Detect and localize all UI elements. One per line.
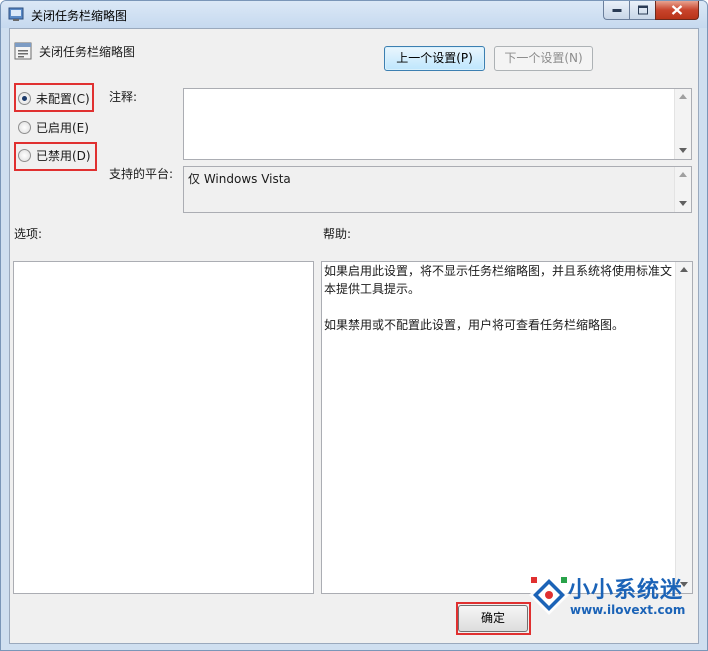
- comment-textarea[interactable]: [183, 88, 692, 160]
- arrow-up-icon: [679, 94, 687, 99]
- comment-scrollbar[interactable]: [674, 89, 691, 159]
- platform-label: 支持的平台:: [109, 167, 174, 181]
- close-icon: [671, 5, 683, 15]
- scroll-down-arrow[interactable]: [675, 143, 691, 159]
- watermark-brand: 小小系统迷: [568, 578, 684, 603]
- help-label: 帮助:: [323, 227, 352, 241]
- ok-button[interactable]: 确定: [458, 605, 528, 632]
- setting-icon: [14, 42, 32, 60]
- dialog-window: 关闭任务栏缩略图 关闭任务栏缩略图 上一个设置(P) 下一个设置(N) 未配置(…: [0, 0, 708, 651]
- options-label: 选项:: [14, 227, 43, 241]
- policy-app-icon: [8, 7, 24, 21]
- help-panel: 如果启用此设置，将不显示任务栏缩略图，并且系统将使用标准文本提供工具提示。 如果…: [321, 261, 693, 594]
- arrow-down-icon: [679, 201, 687, 206]
- radio-label: 未配置(C): [36, 91, 90, 106]
- arrow-up-icon: [680, 267, 688, 272]
- minimize-icon: [612, 9, 621, 12]
- next-setting-button[interactable]: 下一个设置(N): [494, 46, 593, 71]
- window-controls: [603, 1, 699, 20]
- dialog-client: 关闭任务栏缩略图 上一个设置(P) 下一个设置(N) 未配置(C) 已启用(E)…: [9, 28, 699, 644]
- title-bar[interactable]: 关闭任务栏缩略图: [1, 1, 707, 28]
- watermark-url: www.ilovext.com: [570, 603, 686, 617]
- platform-readonly-field: 仅 Windows Vista: [183, 166, 692, 213]
- radio-enabled[interactable]: 已启用(E): [18, 118, 89, 136]
- comment-label: 注释:: [109, 90, 138, 104]
- radio-disabled[interactable]: 已禁用(D): [18, 146, 91, 164]
- radio-button[interactable]: [18, 120, 31, 134]
- options-panel: [13, 261, 314, 594]
- arrow-down-icon: [679, 148, 687, 153]
- watermark-logo-icon: [529, 575, 569, 615]
- setting-name: 关闭任务栏缩略图: [39, 45, 136, 59]
- platform-scrollbar[interactable]: [674, 167, 691, 212]
- arrow-up-icon: [679, 172, 687, 177]
- help-text: 如果启用此设置，将不显示任务栏缩略图，并且系统将使用标准文本提供工具提示。 如果…: [324, 262, 674, 352]
- scroll-up-arrow[interactable]: [675, 89, 691, 105]
- radio-label: 已启用(E): [36, 120, 89, 135]
- scroll-down-arrow[interactable]: [675, 196, 691, 212]
- previous-setting-button[interactable]: 上一个设置(P): [384, 46, 485, 71]
- window-title: 关闭任务栏缩略图: [31, 9, 128, 23]
- help-paragraph: 如果禁用或不配置此设置，用户将可查看任务栏缩略图。: [324, 318, 625, 332]
- maximize-button[interactable]: [629, 1, 655, 20]
- radio-button[interactable]: [18, 148, 31, 162]
- platform-value: 仅 Windows Vista: [188, 172, 291, 186]
- help-scrollbar[interactable]: [675, 262, 692, 593]
- minimize-button[interactable]: [603, 1, 629, 20]
- close-button[interactable]: [655, 1, 699, 20]
- help-paragraph: 如果启用此设置，将不显示任务栏缩略图，并且系统将使用标准文本提供工具提示。: [324, 264, 673, 296]
- scroll-up-arrow[interactable]: [676, 262, 692, 278]
- maximize-icon: [637, 5, 648, 15]
- scroll-up-arrow[interactable]: [675, 167, 691, 183]
- radio-label: 已禁用(D): [36, 148, 91, 163]
- watermark: 小小系统迷 www.ilovext.com: [525, 565, 708, 651]
- radio-not-configured[interactable]: 未配置(C): [18, 89, 90, 107]
- radio-button[interactable]: [18, 91, 31, 105]
